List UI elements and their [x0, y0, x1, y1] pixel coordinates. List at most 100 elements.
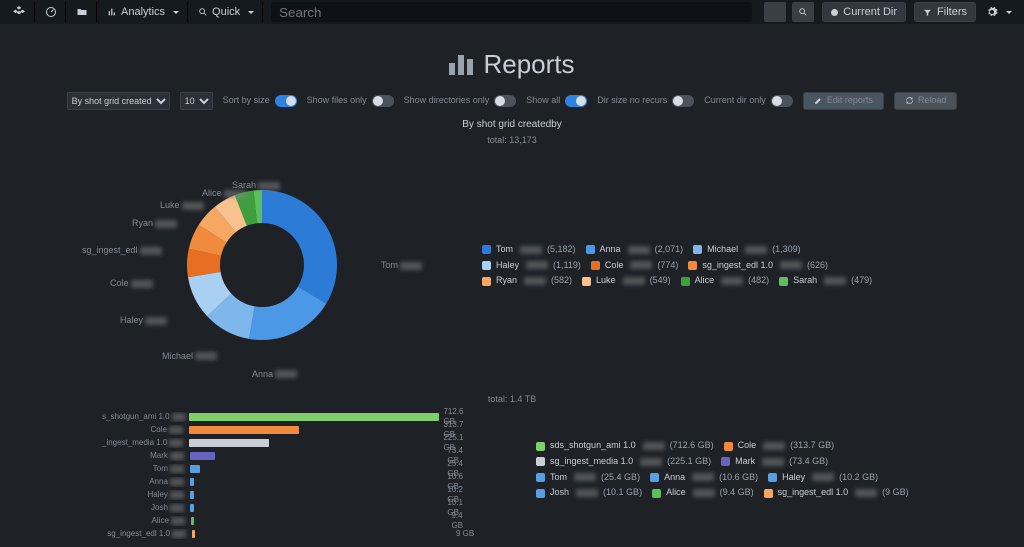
swatch-icon — [652, 489, 661, 498]
quick-menu[interactable]: Quick — [190, 2, 263, 22]
report-controls: By shot grid created 10 Sort by size Sho… — [0, 92, 1024, 110]
limit-select[interactable]: 10 — [180, 92, 213, 110]
bar-fill — [189, 413, 440, 421]
legend-name: Cole — [738, 440, 757, 452]
dir-size-label: Dir size no recurs — [597, 95, 667, 107]
legend-item[interactable]: Alice(482) — [681, 275, 770, 287]
swatch-icon — [721, 457, 730, 466]
status-dot-icon — [831, 9, 838, 16]
bar-fill — [189, 426, 299, 434]
logo-icon[interactable] — [4, 2, 35, 22]
donut-chart: Tom Anna Michael Haley Cole sg_ingest_ed… — [102, 150, 422, 380]
bar-track — [189, 413, 440, 421]
stop-button[interactable] — [764, 2, 786, 22]
edit-reports-button[interactable]: Edit reports — [803, 92, 884, 110]
swatch-icon — [681, 277, 690, 286]
legend-name: Haley — [496, 260, 519, 272]
legend-count: (9 GB) — [882, 487, 909, 499]
legend-count: (5,182) — [547, 244, 576, 256]
legend-name: Anna — [664, 472, 685, 484]
blur — [526, 261, 548, 269]
legend-item[interactable]: Anna(2,071) — [586, 244, 684, 256]
donut-legend: Tom(5,182) Anna(2,071) Michael(1,309) Haley… — [482, 244, 882, 287]
swatch-icon — [582, 277, 591, 286]
legend-count: (479) — [851, 275, 872, 287]
bar-fill — [190, 452, 215, 460]
search-input[interactable] — [271, 2, 752, 22]
sort-by-size-toggle[interactable] — [275, 95, 297, 107]
show-all-toggle[interactable] — [565, 95, 587, 107]
legend-name: Cole — [605, 260, 624, 272]
legend-count: (9.4 GB) — [720, 487, 754, 499]
legend-item[interactable]: Cole(313.7 GB) — [724, 440, 835, 452]
legend-item[interactable]: Haley(10.2 GB) — [768, 472, 878, 484]
show-files-only-toggle[interactable] — [372, 95, 394, 107]
legend-name: sg_ingest_edl 1.0 — [702, 260, 773, 272]
legend-item[interactable]: Josh(10.1 GB) — [536, 487, 642, 499]
gear-icon — [986, 6, 998, 18]
dashboard-icon[interactable] — [37, 2, 66, 22]
legend-item[interactable]: Anna (10.6 GB) — [650, 472, 758, 484]
legend-item[interactable]: Cole(774) — [591, 260, 679, 272]
edit-reports-label: Edit reports — [827, 95, 873, 107]
swatch-icon — [536, 473, 545, 482]
dir-size-toggle[interactable] — [672, 95, 694, 107]
blur — [721, 277, 743, 285]
swatch-icon — [536, 457, 545, 466]
page-title: Reports — [0, 48, 1024, 82]
bar-row: sg_ingest_edl 1.09 GB — [102, 528, 476, 540]
blur — [780, 261, 802, 269]
swatch-icon — [768, 473, 777, 482]
legend-name: Alice — [666, 487, 686, 499]
legend-item[interactable]: sds_shotgun_ami 1.0(712.6 GB) — [536, 440, 714, 452]
search-button[interactable] — [792, 2, 814, 22]
filters-label: Filters — [937, 5, 967, 19]
bar-row: Josh10.1 GB — [102, 502, 476, 514]
slice-label: Luke — [160, 200, 204, 212]
blur — [630, 261, 652, 269]
legend-item[interactable]: sg_ingest_edl 1.0 (9 GB) — [764, 487, 909, 499]
reload-button[interactable]: Reload — [894, 92, 958, 110]
bar-row: Tom25.4 GB — [102, 463, 476, 475]
current-dir-button[interactable]: Current Dir — [822, 2, 906, 22]
legend-name: Tom — [550, 472, 567, 484]
analytics-menu[interactable]: Analytics — [99, 2, 188, 22]
legend-item[interactable]: Haley(1,119) — [482, 260, 581, 272]
legend-count: (10.6 GB) — [719, 472, 758, 484]
bar-track — [189, 439, 440, 447]
legend-item[interactable]: Alice (9.4 GB) — [652, 487, 754, 499]
bar-row: Haley10.2 GB — [102, 489, 476, 501]
legend-item[interactable]: Michael(1,309) — [693, 244, 801, 256]
swatch-icon — [586, 245, 595, 254]
blur — [524, 277, 546, 285]
bar-fill — [190, 478, 194, 486]
bar-track — [190, 491, 444, 499]
bar-chart: s_shotgun_ami 1.0712.6 GBCole313.7 GB_in… — [102, 410, 476, 541]
slice-label: sg_ingest_edl — [82, 245, 162, 257]
show-directories-only-toggle[interactable] — [494, 95, 516, 107]
legend-item[interactable]: Luke(549) — [582, 275, 671, 287]
current-dir-only-toggle[interactable] — [771, 95, 793, 107]
legend-item[interactable]: sg_ingest_edl 1.0(626) — [688, 260, 828, 272]
legend-item[interactable]: Tom(25.4 GB) — [536, 472, 640, 484]
swatch-icon — [536, 489, 545, 498]
folder-icon[interactable] — [68, 2, 97, 22]
legend-item[interactable]: sg_ingest_media 1.0(225.1 GB) — [536, 456, 711, 468]
show-files-only-label: Show files only — [307, 95, 367, 107]
legend-item[interactable]: Tom(5,182) — [482, 244, 576, 256]
bar-value: 9 GB — [456, 529, 474, 539]
legend-item[interactable]: Ryan(582) — [482, 275, 572, 287]
current-dir-only-label: Current dir only — [704, 95, 766, 107]
legend-item[interactable]: Sarah(479) — [779, 275, 872, 287]
top-nav: Analytics Quick Current Dir Filters — [0, 0, 1024, 24]
slice-label: Michael — [162, 351, 217, 363]
bar-row: Anna10.6 GB — [102, 476, 476, 488]
bar-track — [192, 530, 452, 538]
legend-name: sg_ingest_edl 1.0 — [778, 487, 849, 499]
search-wrap — [271, 2, 752, 22]
groupby-select[interactable]: By shot grid created — [67, 92, 170, 110]
settings-menu[interactable] — [978, 2, 1020, 22]
filters-button[interactable]: Filters — [914, 2, 976, 22]
slice-label: Tom — [381, 260, 422, 272]
legend-item[interactable]: Mark(73.4 GB) — [721, 456, 828, 468]
